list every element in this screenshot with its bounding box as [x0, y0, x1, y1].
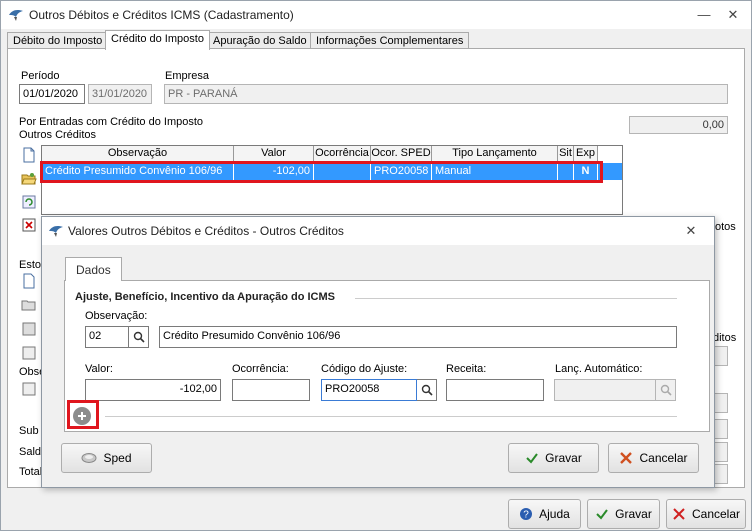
- col-observacao[interactable]: Observação: [42, 146, 234, 162]
- observacao-label: Observação:: [85, 310, 148, 322]
- dialog-title-bar: Valores Outros Débitos e Créditos - Outr…: [42, 217, 714, 245]
- ajuda-button[interactable]: ? Ajuda: [508, 499, 581, 529]
- refresh-icon[interactable]: [21, 194, 37, 210]
- sped-button[interactable]: Sped: [61, 443, 152, 473]
- tab-debito[interactable]: Débito do Imposto: [7, 32, 109, 49]
- delete-document-icon-2[interactable]: [21, 345, 37, 361]
- lanc-automatico-search-button: [656, 379, 676, 401]
- codigo-ajuste-search-button[interactable]: [417, 379, 437, 401]
- lanc-automatico-label: Lanç. Automático:: [555, 363, 643, 375]
- right-input-1: [713, 346, 728, 366]
- gravar-button[interactable]: Gravar: [587, 499, 660, 529]
- window-title: Outros Débitos e Créditos ICMS (Cadastra…: [29, 8, 294, 22]
- periodo-start-input[interactable]: 01/01/2020: [19, 84, 85, 104]
- app-bird-icon: [9, 10, 23, 21]
- search-icon-2: [421, 384, 433, 396]
- right-label-1: otos: [715, 221, 736, 233]
- observacao-code-input[interactable]: 02: [85, 326, 129, 348]
- checkmark-icon-2: [526, 453, 538, 464]
- new-document-icon-2[interactable]: [21, 273, 37, 289]
- delete-document-icon[interactable]: [21, 217, 37, 233]
- open-folder-icon-2[interactable]: [21, 297, 37, 313]
- search-icon-disabled: [660, 384, 672, 396]
- observacao-desc-input[interactable]: Crédito Presumido Convênio 106/96: [159, 326, 677, 348]
- dialog-bird-icon: [49, 226, 63, 237]
- tab-informacoes[interactable]: Informações Complementares: [310, 32, 470, 49]
- row-highlight-box: [40, 161, 603, 183]
- valores-dialog: Valores Outros Débitos e Créditos - Outr…: [41, 216, 715, 488]
- section-subtitle: Outros Créditos: [19, 129, 97, 141]
- tab-credito[interactable]: Crédito do Imposto: [105, 30, 210, 50]
- col-ocor-sped[interactable]: Ocor. SPED: [371, 146, 432, 162]
- help-icon: ?: [520, 508, 533, 521]
- codigo-ajuste-label: Código do Ajuste:: [321, 363, 408, 375]
- observacao-search-button[interactable]: [129, 326, 149, 348]
- right-input-3: [713, 419, 728, 439]
- ocorrencia-input[interactable]: [232, 379, 310, 401]
- dialog-title: Valores Outros Débitos e Créditos - Outr…: [68, 224, 344, 238]
- col-ocorrencia[interactable]: Ocorrência: [314, 146, 371, 162]
- minimize-icon[interactable]: —: [691, 5, 717, 25]
- cancelar-label: Cancelar: [691, 507, 741, 521]
- col-tipo-lancamento[interactable]: Tipo Lançamento: [432, 146, 558, 162]
- search-icon: [133, 331, 145, 343]
- right-input-5: [713, 464, 728, 484]
- plus-highlight-box: [67, 400, 99, 429]
- empresa-input: PR - PARANÁ: [164, 84, 728, 104]
- tab-apuracao[interactable]: Apuração do Saldo: [207, 32, 313, 49]
- refresh-icon-2[interactable]: [21, 321, 37, 337]
- section-title: Por Entradas com Crédito do Imposto: [19, 116, 204, 128]
- total-label: Total: [19, 466, 43, 478]
- codigo-ajuste-input[interactable]: PRO20058: [321, 379, 417, 401]
- dialog-cancelar-label: Cancelar: [639, 451, 688, 465]
- sped-icon: [81, 453, 97, 463]
- tab-dados[interactable]: Dados: [65, 257, 122, 281]
- lanc-automatico-input: [554, 379, 656, 401]
- col-valor[interactable]: Valor: [234, 146, 314, 162]
- receita-input[interactable]: [446, 379, 544, 401]
- dialog-close-icon[interactable]: ✕: [678, 221, 704, 241]
- right-label-2: ditos: [713, 332, 737, 344]
- ajuda-label: Ajuda: [539, 507, 570, 521]
- dialog-gravar-button[interactable]: Gravar: [508, 443, 599, 473]
- dialog-gravar-label: Gravar: [545, 451, 582, 465]
- edit-icon[interactable]: [21, 381, 37, 397]
- receita-label: Receita:: [446, 363, 487, 375]
- right-input-2: [713, 393, 728, 413]
- dados-panel: Ajuste, Benefício, Incentivo da Apuração…: [64, 280, 710, 432]
- col-exp[interactable]: Exp: [574, 146, 598, 162]
- cancelar-button[interactable]: Cancelar: [666, 499, 746, 529]
- valor-label: Valor:: [85, 363, 113, 375]
- checkmark-icon: [596, 509, 608, 520]
- cancel-x-icon-2: [620, 452, 633, 464]
- title-bar: Outros Débitos e Créditos ICMS (Cadastra…: [1, 1, 751, 29]
- ajuste-section-title: Ajuste, Benefício, Incentivo da Apuração…: [75, 291, 335, 303]
- right-input-4: [713, 442, 728, 462]
- open-folder-icon[interactable]: [21, 171, 37, 187]
- svg-text:?: ?: [523, 510, 529, 521]
- valor-input[interactable]: -102,00: [85, 379, 221, 401]
- empresa-label: Empresa: [165, 70, 210, 82]
- ocorrencia-label: Ocorrência:: [232, 363, 289, 375]
- sped-label: Sped: [103, 451, 132, 465]
- periodo-end-input: 31/01/2020: [88, 84, 152, 104]
- gravar-label: Gravar: [615, 507, 652, 521]
- dialog-cancelar-button[interactable]: Cancelar: [608, 443, 699, 473]
- periodo-label: Período: [21, 70, 60, 82]
- total-box: 0,00: [629, 116, 728, 134]
- bottom-divider: [105, 416, 677, 417]
- new-document-icon[interactable]: [21, 147, 37, 163]
- cancel-x-icon: [673, 508, 685, 520]
- close-icon[interactable]: ✕: [720, 5, 746, 25]
- col-sit[interactable]: Sit: [558, 146, 574, 162]
- section-divider: [355, 298, 677, 299]
